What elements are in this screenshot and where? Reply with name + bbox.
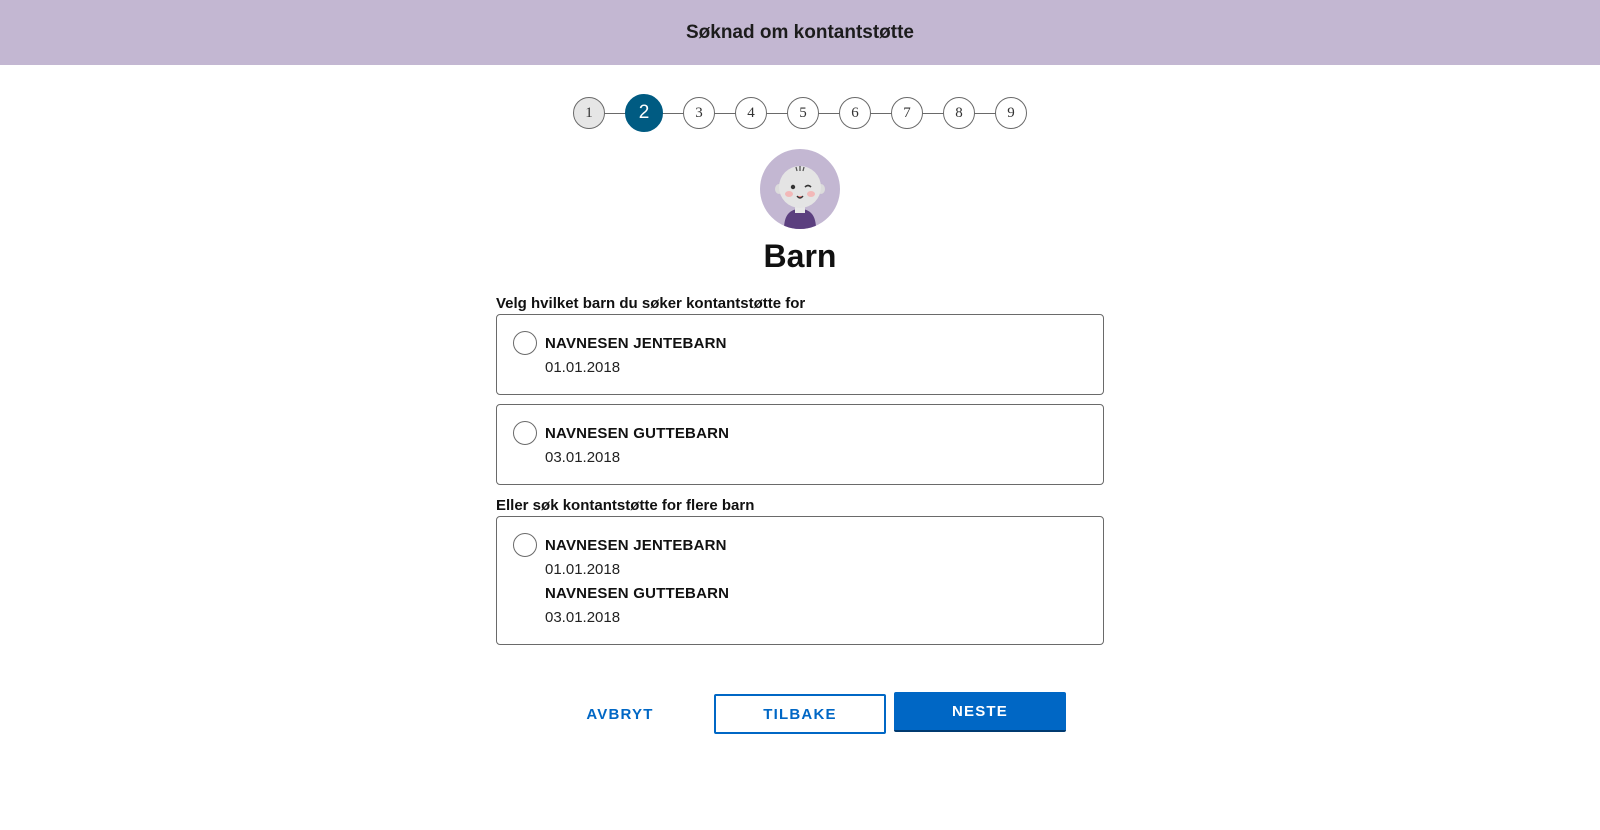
child-info: NAVNESEN JENTEBARN 01.01.2018 NAVNESEN G… — [545, 537, 729, 626]
step-5: 5 — [787, 97, 819, 129]
baby-avatar-icon — [760, 149, 840, 229]
step-7: 7 — [891, 97, 923, 129]
next-button[interactable]: NESTE — [894, 692, 1066, 732]
child-info: NAVNESEN GUTTEBARN 03.01.2018 — [545, 425, 729, 466]
app-title: Søknad om kontantstøtte — [685, 21, 914, 43]
child-info: NAVNESEN JENTEBARN 01.01.2018 — [545, 335, 727, 376]
step-8: 8 — [943, 97, 975, 129]
child-birthdate: 01.01.2018 — [545, 359, 621, 376]
page-title: Barn — [763, 238, 837, 274]
step-6: 6 — [839, 97, 871, 129]
app-header: Søknad om kontantstøtte — [0, 0, 1600, 65]
step-9: 9 — [995, 97, 1027, 129]
single-choice-label: Velg hvilket barn du søker kontantstøtte… — [496, 295, 806, 312]
child-name: NAVNESEN JENTEBARN — [545, 537, 727, 554]
multi-choice-label: Eller søk kontantstøtte for flere barn — [496, 497, 755, 514]
radio-button[interactable] — [513, 421, 537, 445]
step-2-current: 2 — [625, 94, 663, 132]
child-birthdate: 03.01.2018 — [545, 609, 621, 626]
radio-option-child-1[interactable]: NAVNESEN JENTEBARN 01.01.2018 — [496, 314, 1104, 395]
cancel-button[interactable]: AVBRYT — [560, 694, 680, 734]
child-name: NAVNESEN GUTTEBARN — [545, 585, 730, 602]
child-birthdate: 01.01.2018 — [545, 561, 621, 578]
child-birthdate: 03.01.2018 — [545, 449, 621, 466]
step-4: 4 — [735, 97, 767, 129]
child-name: NAVNESEN GUTTEBARN — [545, 425, 730, 442]
step-1[interactable]: 1 — [573, 97, 605, 129]
back-button[interactable]: TILBAKE — [714, 694, 886, 734]
radio-option-multiple-children[interactable]: NAVNESEN JENTEBARN 01.01.2018 NAVNESEN G… — [496, 516, 1104, 645]
child-name: NAVNESEN JENTEBARN — [545, 335, 727, 352]
radio-button[interactable] — [513, 533, 537, 557]
progress-stepper: 1 2 3 4 5 6 7 8 9 — [0, 94, 1600, 132]
step-3: 3 — [683, 97, 715, 129]
radio-button[interactable] — [513, 331, 537, 355]
radio-option-child-2[interactable]: NAVNESEN GUTTEBARN 03.01.2018 — [496, 404, 1104, 485]
